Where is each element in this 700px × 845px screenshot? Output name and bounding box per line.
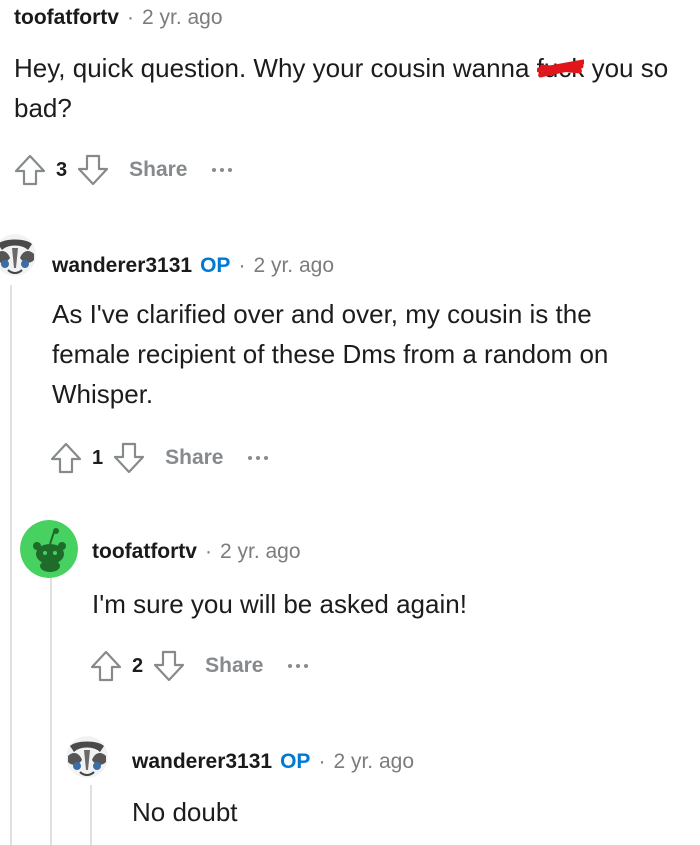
comment-meta: wanderer3131 OP · 2 yr. ago <box>132 748 414 776</box>
downvote-icon[interactable] <box>151 648 187 684</box>
op-badge: OP <box>280 750 311 773</box>
upvote-icon[interactable] <box>12 152 48 188</box>
comment: wanderer3131 OP · 2 yr. ago As I've clar… <box>0 230 700 510</box>
meta-separator: · <box>318 750 326 773</box>
vote-count: 1 <box>92 446 104 469</box>
comment-body-text: Hey, quick question. Why your cousin wan… <box>14 53 537 83</box>
timestamp[interactable]: 2 yr. ago <box>253 252 334 280</box>
comment: toofatfortv · 2 yr. ago Hey, quick quest… <box>0 0 700 200</box>
comment: wanderer3131 OP · 2 yr. ago No doubt <box>0 726 700 845</box>
comment-meta: toofatfortv · 2 yr. ago <box>14 4 223 32</box>
custom-avatar-icon[interactable] <box>0 234 36 276</box>
comment-actions: 3 Share <box>12 150 232 190</box>
censored-word-text: fuck <box>536 53 585 83</box>
more-options-icon[interactable] <box>211 168 232 172</box>
share-button[interactable]: Share <box>165 446 223 470</box>
comment: toofatfortv · 2 yr. ago I'm sure you wil… <box>0 518 700 708</box>
snoo-avatar-icon[interactable] <box>20 520 78 578</box>
author-link[interactable]: toofatfortv <box>92 538 197 566</box>
share-button[interactable]: Share <box>205 654 263 678</box>
meta-separator: · <box>204 540 212 563</box>
timestamp[interactable]: 2 yr. ago <box>142 4 223 32</box>
vote-count: 2 <box>132 654 144 677</box>
comment-meta: wanderer3131 OP · 2 yr. ago <box>52 252 334 280</box>
censored-word: fuck <box>536 48 585 88</box>
custom-avatar-icon[interactable] <box>66 736 108 778</box>
comment-body: As I've clarified over and over, my cous… <box>52 299 609 409</box>
comment-meta: toofatfortv · 2 yr. ago <box>92 538 301 566</box>
comment-actions: 1 Share <box>48 438 268 478</box>
author-link[interactable]: wanderer3131 <box>132 748 272 776</box>
timestamp[interactable]: 2 yr. ago <box>220 538 301 566</box>
comment-body: No doubt <box>132 797 238 827</box>
comment-body: Hey, quick question. Why your cousin wan… <box>14 48 690 128</box>
more-options-icon[interactable] <box>247 456 268 460</box>
meta-separator: · <box>238 254 246 277</box>
meta-separator: · <box>126 6 134 29</box>
op-badge: OP <box>200 254 231 277</box>
upvote-icon[interactable] <box>48 440 84 476</box>
upvote-icon[interactable] <box>88 648 124 684</box>
author-link[interactable]: toofatfortv <box>14 4 119 32</box>
timestamp[interactable]: 2 yr. ago <box>333 748 414 776</box>
vote-count: 3 <box>56 158 68 181</box>
share-button[interactable]: Share <box>129 158 187 182</box>
comment-actions: 2 Share <box>88 646 308 686</box>
downvote-icon[interactable] <box>111 440 147 476</box>
comment-body: I'm sure you will be asked again! <box>92 589 467 619</box>
author-link[interactable]: wanderer3131 <box>52 252 192 280</box>
more-options-icon[interactable] <box>287 664 308 668</box>
downvote-icon[interactable] <box>75 152 111 188</box>
